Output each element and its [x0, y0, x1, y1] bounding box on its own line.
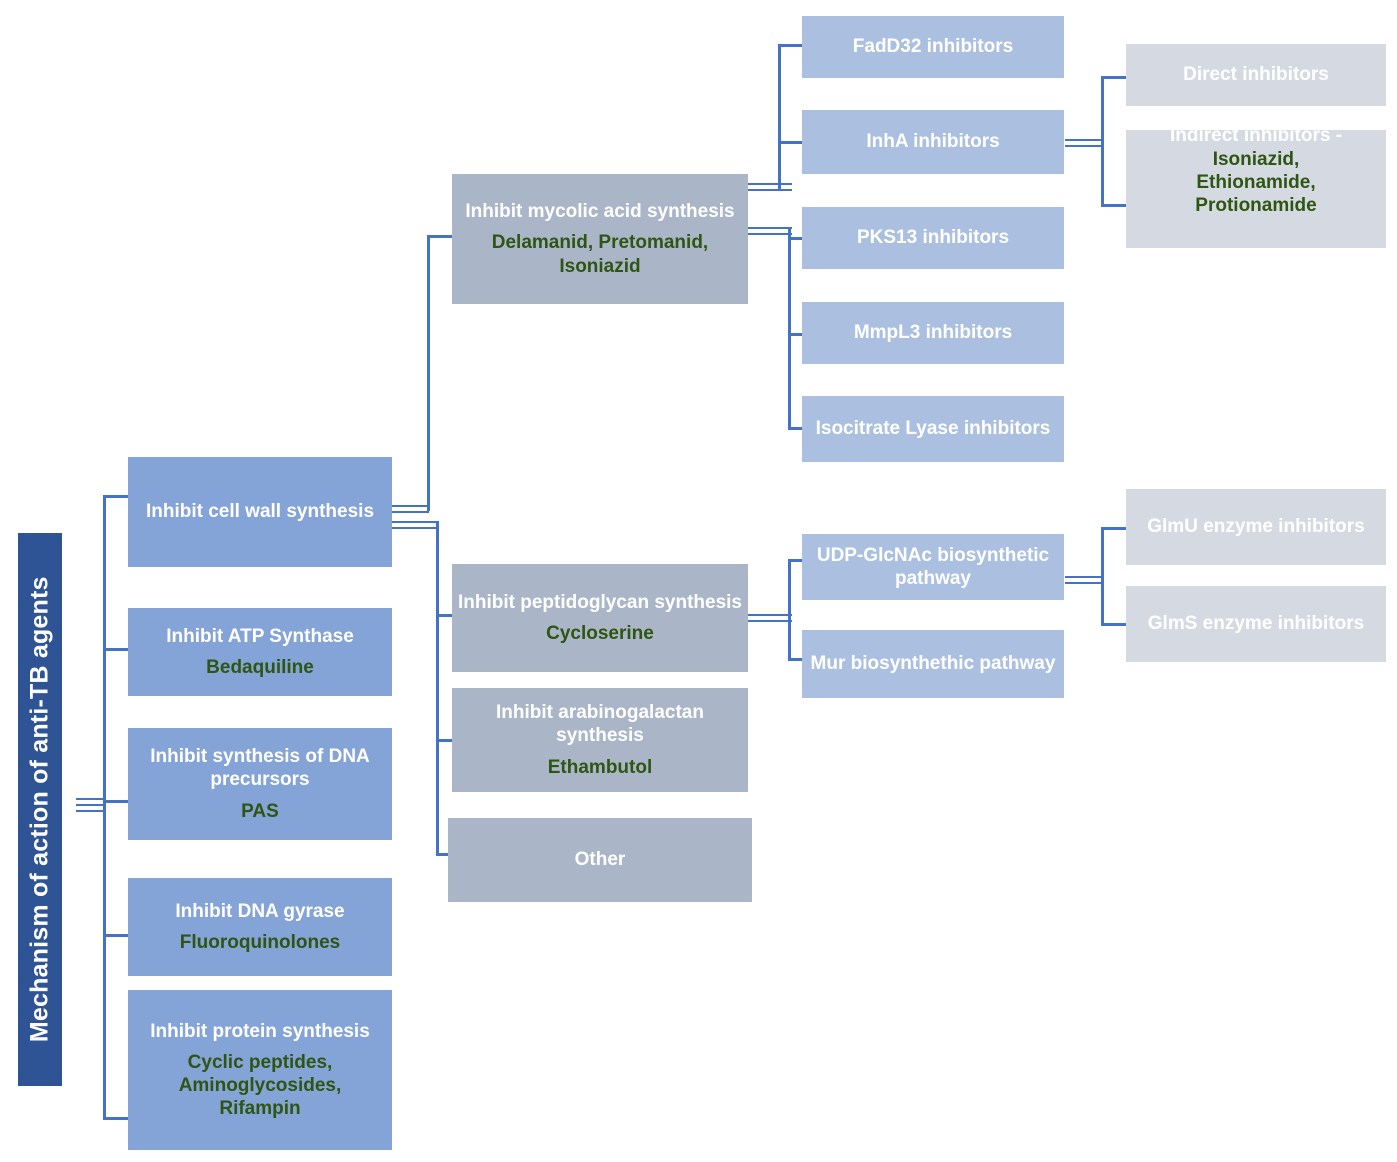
node-title: Inhibit cell wall synthesis — [145, 501, 375, 523]
node-other[interactable]: Other — [448, 818, 752, 902]
connector-cellwall-out-b — [392, 511, 429, 513]
connector-mycolic-to-fadd32 — [778, 44, 805, 47]
connector-cellwall-down-spine — [436, 521, 439, 856]
connector-mycolic-down-spine — [788, 227, 791, 430]
connector-udp-to-glmu — [1101, 527, 1128, 530]
node-glmu-enzyme-inhibitors[interactable]: GlmU enzyme inhibitors — [1126, 489, 1386, 565]
node-inhibit-protein-synthesis[interactable]: Inhibit protein synthesis Cyclic peptide… — [128, 990, 392, 1150]
root-node[interactable]: Mechanism of action of anti-TB agents — [18, 533, 62, 1086]
node-title: Indirect inhibitors - — [1169, 125, 1343, 146]
node-pks13-inhibitors[interactable]: PKS13 inhibitors — [802, 207, 1064, 269]
node-inhibit-synthesis-dna-precursors[interactable]: Inhibit synthesis of DNA precursors PAS — [128, 728, 392, 840]
node-fadd32-inhibitors[interactable]: FadD32 inhibitors — [802, 16, 1064, 78]
connector-root-to-l1-1 — [103, 495, 131, 498]
connector-cellwall-out-d — [392, 527, 438, 529]
node-drugs: PAS — [241, 800, 279, 822]
connector-inha-out-b — [1065, 145, 1104, 147]
connector-peptido-spine — [788, 559, 791, 661]
node-drugs: Isoniazid, Ethionamide, Protionamide — [1195, 149, 1317, 217]
connector-root-to-l1-2 — [103, 648, 131, 651]
node-mmpl3-inhibitors[interactable]: MmpL3 inhibitors — [802, 302, 1064, 364]
connector-inha-out-a — [1065, 139, 1104, 141]
connector-udp-spine — [1101, 527, 1104, 626]
node-title: InhA inhibitors — [866, 131, 1000, 153]
connector-peptido-out-b — [748, 620, 792, 622]
node-udp-glcnac-biosynthetic-pathway[interactable]: UDP-GlcNAc biosynthetic pathway — [802, 534, 1064, 600]
node-drugs: Delamanid, Pretomanid, Isoniazid — [491, 232, 709, 277]
connector-mycolic-out-b — [748, 189, 792, 191]
node-title: Inhibit mycolic acid synthesis — [465, 201, 735, 223]
node-inha-inhibitors[interactable]: InhA inhibitors — [802, 110, 1064, 174]
connector-root-to-l1-3 — [103, 800, 131, 803]
diagram-canvas: Mechanism of action of anti-TB agents In… — [0, 0, 1397, 1162]
node-title: Other — [574, 849, 626, 871]
node-inhibit-atp-synthase[interactable]: Inhibit ATP Synthase Bedaquiline — [128, 608, 392, 696]
node-drugs: Cycloserine — [546, 622, 654, 644]
connector-mycolic-to-inha — [778, 141, 805, 144]
node-drugs: Fluoroquinolones — [179, 931, 341, 953]
connector-cellwall-out-a — [392, 505, 429, 507]
node-inhibit-dna-gyrase[interactable]: Inhibit DNA gyrase Fluoroquinolones — [128, 878, 392, 976]
connector-udp-out-a — [1065, 576, 1104, 578]
node-title: Inhibit DNA gyrase — [175, 900, 345, 922]
connector-inha-to-indirect — [1101, 204, 1128, 207]
node-glms-enzyme-inhibitors[interactable]: GlmS enzyme inhibitors — [1126, 586, 1386, 662]
connector-cellwall-out-c — [392, 521, 438, 523]
node-title: Inhibit peptidoglycan synthesis — [458, 591, 742, 613]
node-title: FadD32 inhibitors — [852, 36, 1014, 58]
connector-inha-to-direct — [1101, 76, 1128, 79]
connector-cellwall-to-mycolic — [427, 235, 455, 238]
connector-peptido-out-a — [748, 614, 792, 616]
connector-mycolic-out-a — [748, 183, 792, 185]
connector-root-spine — [103, 495, 106, 1119]
node-title: MmpL3 inhibitors — [853, 322, 1013, 344]
node-title: PKS13 inhibitors — [856, 227, 1010, 249]
node-title: Inhibit arabinogalactan synthesis — [496, 702, 704, 747]
connector-root-stub-c — [76, 810, 106, 812]
node-title: Direct inhibitors — [1183, 64, 1329, 86]
connector-udp-out-b — [1065, 582, 1104, 584]
node-title: Isocitrate Lyase inhibitors — [815, 418, 1051, 440]
node-title: Mur biosynthethic pathway — [810, 653, 1056, 675]
connector-mycolic-up-spine — [778, 44, 781, 189]
node-title: Inhibit synthesis of DNA precursors — [150, 746, 370, 791]
node-inhibit-peptidoglycan-synthesis[interactable]: Inhibit peptidoglycan synthesis Cycloser… — [452, 564, 748, 672]
connector-root-stub-b — [76, 804, 106, 806]
connector-inha-spine — [1101, 76, 1104, 207]
node-title: GlmU enzyme inhibitors — [1147, 516, 1365, 538]
node-drugs: Cyclic peptides, Aminoglycosides, Rifamp… — [178, 1051, 342, 1120]
root-label: Mechanism of action of anti-TB agents — [25, 576, 54, 1043]
node-inhibit-cell-wall-synthesis[interactable]: Inhibit cell wall synthesis — [128, 457, 392, 567]
node-mur-biosynthethic-pathway[interactable]: Mur biosynthethic pathway — [802, 630, 1064, 698]
node-inhibit-arabinogalactan-synthesis[interactable]: Inhibit arabinogalactan synthesis Ethamb… — [452, 688, 748, 792]
connector-udp-to-glms — [1101, 623, 1128, 626]
node-drugs: Bedaquiline — [206, 656, 314, 678]
node-isocitrate-lyase-inhibitors[interactable]: Isocitrate Lyase inhibitors — [802, 396, 1064, 462]
node-title: UDP-GlcNAc biosynthetic pathway — [816, 544, 1050, 589]
connector-cellwall-up-spine — [427, 235, 430, 511]
connector-mycolic-out-c — [748, 227, 792, 229]
connector-root-to-l1-5 — [103, 1117, 131, 1120]
node-direct-inhibitors[interactable]: Direct inhibitors — [1126, 44, 1386, 106]
connector-root-to-l1-4 — [103, 934, 131, 937]
node-title: Inhibit protein synthesis — [150, 1020, 370, 1042]
node-inhibit-mycolic-acid-synthesis[interactable]: Inhibit mycolic acid synthesis Delamanid… — [452, 174, 748, 304]
connector-root-stub-a — [76, 798, 106, 800]
node-drugs: Ethambutol — [547, 756, 653, 778]
connector-mycolic-out-d — [748, 233, 792, 235]
node-indirect-inhibitors[interactable]: Indirect inhibitors - Isoniazid, Ethiona… — [1126, 125, 1386, 248]
node-title: Inhibit ATP Synthase — [166, 625, 354, 647]
node-title: GlmS enzyme inhibitors — [1147, 613, 1365, 635]
